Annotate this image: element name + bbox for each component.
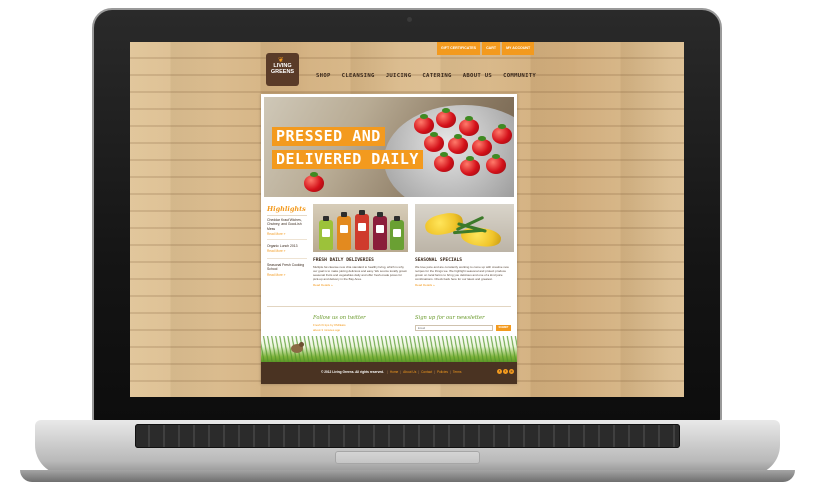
facebook-icon[interactable]: f bbox=[497, 369, 502, 374]
tweet-text[interactable]: Fresh fit tips by #SFEats bbox=[313, 323, 346, 327]
laptop-base-lip bbox=[20, 470, 795, 482]
bird-icon bbox=[291, 342, 304, 353]
main-nav: SHOP CLEANSING JUICING CATERING ABOUT US… bbox=[316, 73, 536, 79]
strawberry-image bbox=[448, 134, 468, 154]
green-juice-bottle bbox=[319, 216, 333, 250]
pinterest-icon[interactable]: p bbox=[509, 369, 514, 374]
highlights-heading: Highlights bbox=[267, 205, 307, 216]
strawberry-image bbox=[460, 156, 480, 176]
strawberry-image bbox=[436, 108, 456, 128]
red-juice-bottle bbox=[355, 210, 369, 250]
nav-catering[interactable]: CATERING bbox=[422, 73, 451, 79]
highlight-text: Cheddar Kraut'Wiches, Chutney, and Good-… bbox=[267, 218, 302, 231]
strawberry-image bbox=[486, 154, 506, 174]
my-account-link[interactable]: MY ACCOUNT bbox=[502, 42, 535, 55]
copyright-text: © 2012 Living Greens. All rights reserve… bbox=[321, 370, 384, 374]
nav-community[interactable]: COMMUNITY bbox=[503, 73, 536, 79]
footer-link-about[interactable]: About Us bbox=[403, 370, 416, 374]
pineapple-image[interactable] bbox=[415, 204, 514, 252]
nav-shop[interactable]: SHOP bbox=[316, 73, 331, 79]
strawberry-image bbox=[472, 136, 492, 156]
hero-title-line-1: PRESSED AND bbox=[272, 127, 385, 146]
leaf-icon: ❦ bbox=[278, 57, 284, 64]
green-juice-bottle bbox=[390, 216, 404, 250]
twitter-heading: Follow us on twitter bbox=[313, 315, 366, 321]
beet-juice-bottle bbox=[373, 212, 387, 250]
strawberry-image bbox=[434, 152, 454, 172]
cart-link[interactable]: CART bbox=[482, 42, 501, 55]
read-more-link[interactable]: Read More » bbox=[267, 232, 307, 236]
orange-juice-bottle bbox=[337, 212, 351, 250]
strawberry-image bbox=[304, 172, 324, 192]
highlight-item: Organic Lunch 2013 Read More » bbox=[267, 244, 307, 253]
divider bbox=[267, 258, 307, 259]
feature-heading: FRESH DAILY DELIVERIES bbox=[313, 258, 374, 263]
email-field[interactable]: Email bbox=[415, 325, 493, 331]
highlight-text: Organic Lunch 2013 bbox=[267, 244, 298, 248]
footer-link-home[interactable]: Home bbox=[390, 370, 399, 374]
feature-heading: SEASONAL SPECIALS bbox=[415, 258, 463, 263]
strawberry-image bbox=[424, 132, 444, 152]
footer-link-policies[interactable]: Policies bbox=[437, 370, 448, 374]
gift-certificates-link[interactable]: GIFT CERTIFICATES bbox=[437, 42, 481, 55]
highlight-item: Cheddar Kraut'Wiches, Chutney, and Good-… bbox=[267, 218, 307, 236]
twitter-icon[interactable]: t bbox=[503, 369, 508, 374]
section-divider bbox=[267, 306, 511, 307]
site-footer: © 2012 Living Greens. All rights reserve… bbox=[261, 362, 517, 384]
content-page: PRESSED AND DELIVERED DAILY Highlights C… bbox=[261, 94, 517, 384]
laptop-trackpad bbox=[335, 451, 480, 464]
footer-link-contact[interactable]: Contact bbox=[421, 370, 432, 374]
feature-body: Multiple fat cleanse new chia standard t… bbox=[313, 265, 408, 281]
utility-bar: GIFT CERTIFICATES CART MY ACCOUNT bbox=[437, 42, 535, 55]
hero-banner[interactable]: PRESSED AND DELIVERED DAILY bbox=[264, 97, 514, 197]
logo-line-2: GREENS bbox=[270, 69, 295, 75]
laptop-screen: GIFT CERTIFICATES CART MY ACCOUNT ❦ LIVI… bbox=[130, 42, 684, 397]
strawberry-image bbox=[459, 116, 479, 136]
highlight-text: Seasonal Fresh Cooking School bbox=[267, 263, 305, 272]
read-details-link[interactable]: Read Details » bbox=[415, 283, 435, 287]
submit-button[interactable]: SUBMIT bbox=[496, 325, 511, 331]
read-more-link[interactable]: Read More » bbox=[267, 273, 307, 277]
read-more-link[interactable]: Read More » bbox=[267, 249, 307, 253]
divider bbox=[267, 239, 307, 240]
laptop-keyboard bbox=[135, 424, 680, 448]
strawberry-image bbox=[492, 124, 512, 144]
read-details-link[interactable]: Read Details » bbox=[313, 283, 333, 287]
feature-body: We love juice and are constantly working… bbox=[415, 265, 509, 281]
nav-cleansing[interactable]: CLEANSING bbox=[342, 73, 375, 79]
hero-title-line-2: DELIVERED DAILY bbox=[272, 150, 423, 169]
highlight-item: Seasonal Fresh Cooking School Read More … bbox=[267, 263, 307, 277]
nav-about-us[interactable]: ABOUT US bbox=[463, 73, 492, 79]
footer-links: | Home | About Us | Contact | Policies |… bbox=[387, 370, 462, 374]
tweet-time: about 3 minutes ago bbox=[313, 328, 341, 332]
footer-link-terms[interactable]: Terms bbox=[453, 370, 462, 374]
webcam-icon bbox=[407, 17, 412, 22]
nav-juicing[interactable]: JUICING bbox=[386, 73, 412, 79]
juice-bottles-image[interactable] bbox=[313, 204, 408, 252]
newsletter-heading: Sign up for our newsletter bbox=[415, 315, 485, 321]
site-logo[interactable]: ❦ LIVING GREENS bbox=[266, 53, 299, 86]
